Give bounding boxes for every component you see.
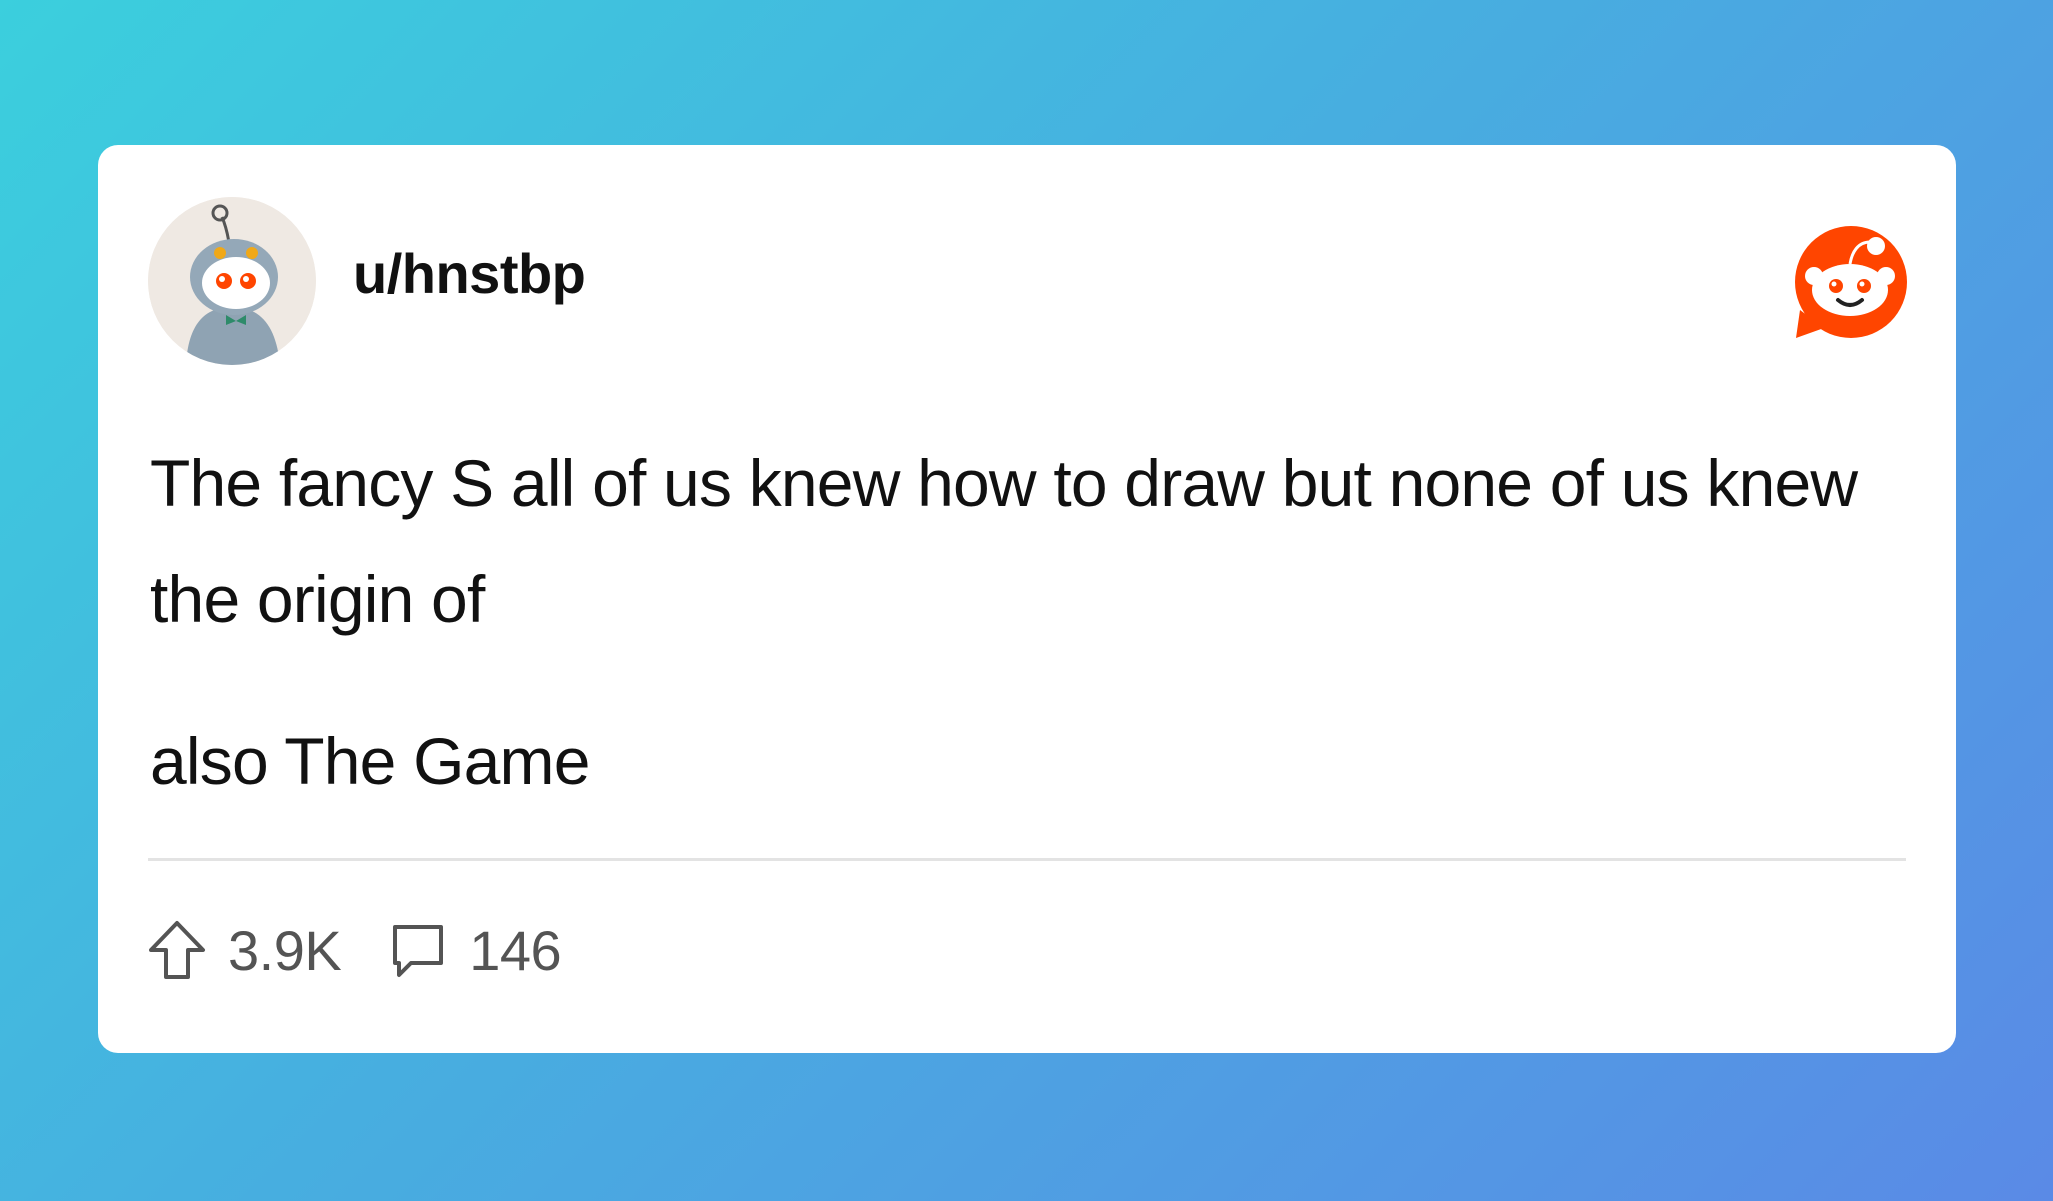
- upvote-count: 3.9K: [228, 918, 342, 982]
- divider: [148, 858, 1906, 861]
- reddit-logo-icon: [1790, 224, 1908, 340]
- post-text-paragraph: also The Game: [150, 724, 590, 798]
- comment-count: 146: [469, 918, 562, 982]
- post-card[interactable]: u/hnstbp The fancy S all of us knew how …: [98, 145, 1956, 1053]
- page-background: u/hnstbp The fancy S all of us knew how …: [0, 0, 2053, 1201]
- post-text-paragraph: The fancy S all of us knew how to draw b…: [150, 446, 1858, 636]
- post-body: The fancy S all of us knew how to draw b…: [150, 425, 1910, 819]
- post-stats: 3.9K 146: [146, 915, 607, 985]
- comments-button[interactable]: 146: [387, 918, 562, 983]
- upvote-arrow-icon: [149, 921, 205, 979]
- upvote-button[interactable]: 3.9K: [146, 918, 342, 983]
- user-avatar-icon[interactable]: [148, 197, 316, 365]
- comment-bubble-icon: [393, 925, 444, 977]
- post-username[interactable]: u/hnstbp: [353, 246, 586, 302]
